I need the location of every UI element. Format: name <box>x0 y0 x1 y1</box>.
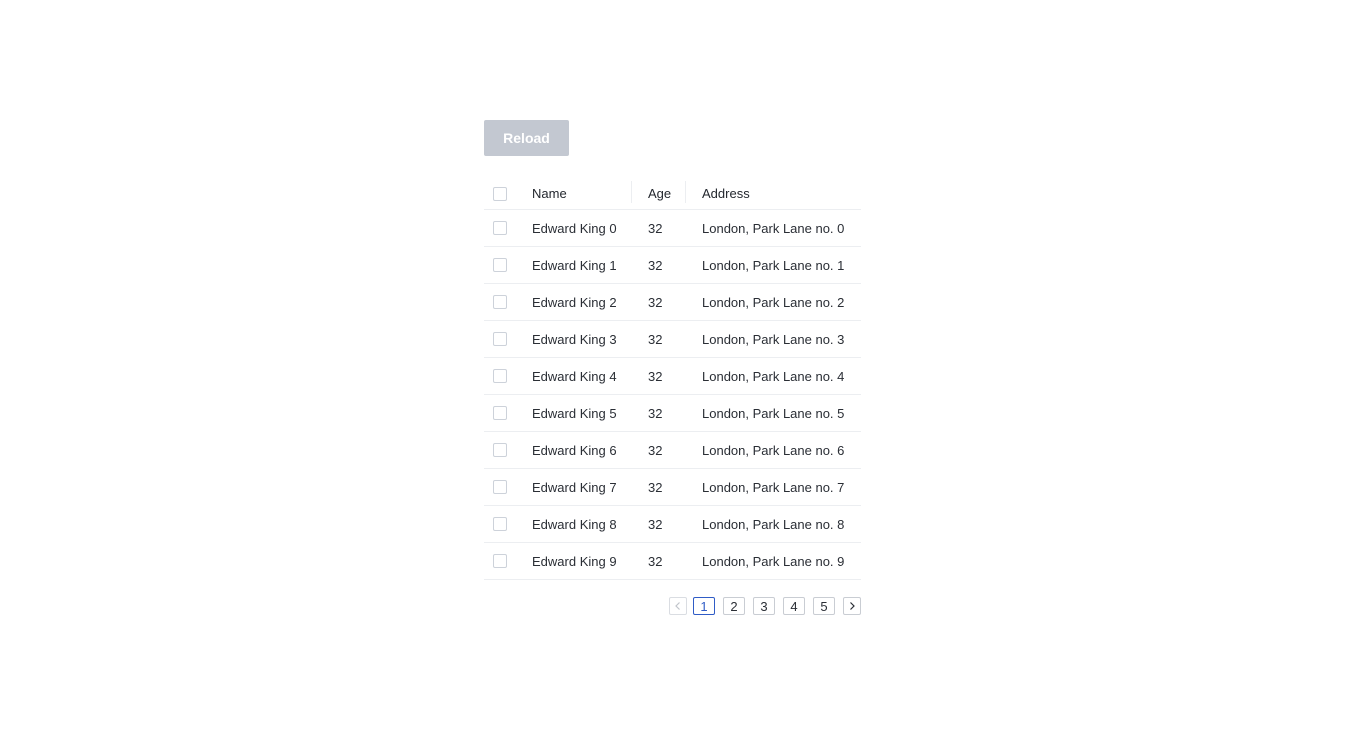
cell-address: London, Park Lane no. 0 <box>702 220 845 236</box>
table-row: Edward King 8 32 London, Park Lane no. 8 <box>484 506 861 543</box>
cell-name: Edward King 7 <box>532 479 617 495</box>
cell-name: Edward King 3 <box>532 331 617 347</box>
row-checkbox-cell <box>484 221 532 235</box>
row-checkbox[interactable] <box>493 480 507 494</box>
chevron-right-icon <box>850 602 855 610</box>
row-checkbox[interactable] <box>493 517 507 531</box>
data-table: Name Age Address Edward King 0 32 London… <box>484 178 861 580</box>
cell-age: 32 <box>648 220 663 236</box>
cell-name: Edward King 1 <box>532 257 617 273</box>
table-row: Edward King 7 32 London, Park Lane no. 7 <box>484 469 861 506</box>
cell-age: 32 <box>648 294 663 310</box>
cell-address: London, Park Lane no. 3 <box>702 331 845 347</box>
page-button[interactable]: 5 <box>813 597 835 615</box>
row-checkbox[interactable] <box>493 554 507 568</box>
table-row: Edward King 5 32 London, Park Lane no. 5 <box>484 395 861 432</box>
next-page-button[interactable] <box>843 597 861 615</box>
cell-age: 32 <box>648 257 663 273</box>
row-checkbox-cell <box>484 480 532 494</box>
cell-name: Edward King 2 <box>532 294 617 310</box>
select-all-checkbox[interactable] <box>493 186 507 201</box>
cell-age: 32 <box>648 479 663 495</box>
row-checkbox-cell <box>484 258 532 272</box>
row-checkbox[interactable] <box>493 369 507 383</box>
table-row: Edward King 6 32 London, Park Lane no. 6 <box>484 432 861 469</box>
table-row: Edward King 1 32 London, Park Lane no. 1 <box>484 247 861 284</box>
row-checkbox-cell <box>484 517 532 531</box>
cell-name: Edward King 8 <box>532 516 617 532</box>
cell-name: Edward King 5 <box>532 405 617 421</box>
cell-age: 32 <box>648 553 663 569</box>
table-row: Edward King 9 32 London, Park Lane no. 9 <box>484 543 861 580</box>
page-button[interactable]: 3 <box>753 597 775 615</box>
column-header-name: Name <box>532 181 632 203</box>
table-container: Reload Name Age Address Edward King 0 32… <box>484 120 861 615</box>
row-checkbox-cell <box>484 554 532 568</box>
cell-address: London, Park Lane no. 9 <box>702 553 845 569</box>
cell-age: 32 <box>648 368 663 384</box>
select-all-cell <box>484 186 532 201</box>
table-row: Edward King 4 32 London, Park Lane no. 4 <box>484 358 861 395</box>
cell-name: Edward King 0 <box>532 220 617 236</box>
row-checkbox-cell <box>484 295 532 309</box>
cell-address: London, Park Lane no. 4 <box>702 368 845 384</box>
cell-address: London, Park Lane no. 2 <box>702 294 845 310</box>
row-checkbox-cell <box>484 332 532 346</box>
row-checkbox-cell <box>484 369 532 383</box>
prev-page-button[interactable] <box>669 597 687 615</box>
cell-address: London, Park Lane no. 1 <box>702 257 845 273</box>
page-button[interactable]: 4 <box>783 597 805 615</box>
row-checkbox[interactable] <box>493 332 507 346</box>
cell-address: London, Park Lane no. 8 <box>702 516 845 532</box>
cell-age: 32 <box>648 405 663 421</box>
row-checkbox[interactable] <box>493 443 507 457</box>
column-header-age: Age <box>632 181 686 203</box>
page-button[interactable]: 2 <box>723 597 745 615</box>
row-checkbox[interactable] <box>493 221 507 235</box>
column-header-address: Address <box>702 186 750 201</box>
cell-age: 32 <box>648 331 663 347</box>
cell-name: Edward King 4 <box>532 368 617 384</box>
pagination: 1 2 3 4 5 <box>484 597 861 615</box>
cell-age: 32 <box>648 516 663 532</box>
cell-name: Edward King 6 <box>532 442 617 458</box>
table-row: Edward King 2 32 London, Park Lane no. 2 <box>484 284 861 321</box>
cell-name: Edward King 9 <box>532 553 617 569</box>
table-row: Edward King 3 32 London, Park Lane no. 3 <box>484 321 861 358</box>
table-row: Edward King 0 32 London, Park Lane no. 0 <box>484 210 861 247</box>
row-checkbox[interactable] <box>493 258 507 272</box>
reload-button[interactable]: Reload <box>484 120 569 156</box>
row-checkbox[interactable] <box>493 406 507 420</box>
row-checkbox-cell <box>484 443 532 457</box>
cell-address: London, Park Lane no. 6 <box>702 442 845 458</box>
row-checkbox-cell <box>484 406 532 420</box>
chevron-left-icon <box>675 602 680 610</box>
page-button[interactable]: 1 <box>693 597 715 615</box>
cell-address: London, Park Lane no. 7 <box>702 479 845 495</box>
cell-address: London, Park Lane no. 5 <box>702 405 845 421</box>
row-checkbox[interactable] <box>493 295 507 309</box>
cell-age: 32 <box>648 442 663 458</box>
table-header-row: Name Age Address <box>484 178 861 210</box>
